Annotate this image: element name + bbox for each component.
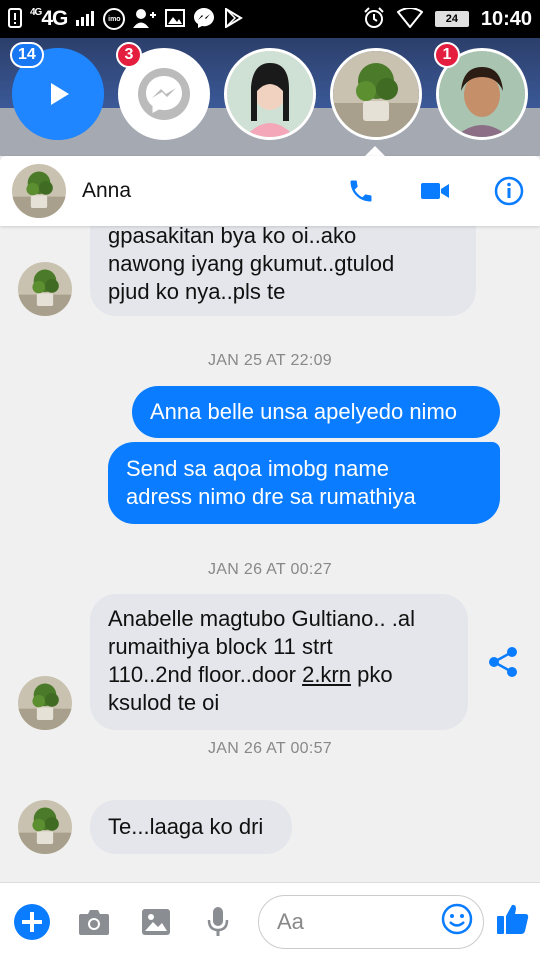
- emoji-button[interactable]: [441, 903, 473, 940]
- chat-header: Anna: [0, 156, 540, 226]
- status-bar: 4G4G imo 24 10:40: [0, 0, 540, 38]
- messenger-notification-icon: [193, 7, 215, 32]
- camera-icon: [79, 909, 109, 935]
- contact-avatar[interactable]: [12, 164, 66, 218]
- message-bubble-incoming[interactable]: Te...laaga ko dri: [90, 800, 292, 854]
- message-composer: [0, 882, 540, 960]
- chat-head-video[interactable]: 14: [10, 42, 104, 140]
- message-line: 110..2nd floor..door 2.krn pko: [108, 662, 393, 687]
- smiley-icon: [441, 903, 473, 935]
- message-timestamp: JAN 26 AT 00:27: [208, 561, 332, 578]
- message-line: rumaithiya block 11 strt: [108, 634, 333, 659]
- gallery-button[interactable]: [134, 900, 178, 944]
- chat-head-badge: 1: [434, 42, 460, 68]
- message-timestamp: JAN 26 AT 00:57: [208, 740, 332, 757]
- message-input[interactable]: [277, 908, 441, 935]
- message-line: adress nimo dre sa rumathiya: [126, 484, 416, 509]
- alarm-icon: [363, 6, 385, 32]
- microphone-icon: [207, 906, 229, 936]
- info-icon: [494, 176, 524, 206]
- message-input-container[interactable]: [258, 894, 484, 949]
- message-link[interactable]: 2.krn: [302, 662, 351, 687]
- share-button[interactable]: [488, 646, 518, 683]
- chat-head-badge: 3: [116, 42, 142, 68]
- message-bubble-outgoing[interactable]: Anna belle unsa apelyedo nimo: [132, 386, 500, 438]
- message-timestamp: JAN 25 AT 22:09: [208, 352, 332, 369]
- message-bubble-incoming[interactable]: gpasakitan bya ko oi..ako nawong iyang g…: [90, 226, 476, 316]
- message-line: Send sa aqoa imobg name: [126, 456, 389, 481]
- phone-call-button[interactable]: [346, 176, 376, 206]
- plant-avatar: [330, 48, 422, 140]
- message-line: Te...laaga ko dri: [108, 814, 264, 839]
- play-store-icon: [223, 6, 244, 31]
- share-icon: [489, 647, 517, 677]
- message-bubble-outgoing[interactable]: Send sa aqoa imobg name adress nimo dre …: [108, 442, 500, 524]
- sender-avatar: [18, 800, 72, 854]
- contact-name[interactable]: Anna: [82, 179, 131, 203]
- chat-head-contact-1[interactable]: [224, 48, 316, 140]
- sim-alert-icon: [8, 7, 22, 31]
- message-list[interactable]: gpasakitan bya ko oi..ako nawong iyang g…: [0, 226, 540, 882]
- message-line: pjud ko nya..pls te: [108, 279, 286, 304]
- wifi-icon: [396, 6, 424, 31]
- plus-icon: [14, 903, 50, 940]
- camera-button[interactable]: [72, 900, 116, 944]
- message-line: Anabelle magtubo Gultiano.. .al: [108, 606, 415, 631]
- more-actions-button[interactable]: [10, 900, 54, 944]
- thumbs-up-icon: [497, 904, 529, 934]
- message-line: gpasakitan bya ko oi..ako: [108, 226, 357, 248]
- clock: 10:40: [480, 7, 532, 30]
- contact-avatar: [224, 48, 316, 140]
- chat-head-messenger[interactable]: 3: [116, 42, 210, 140]
- chat-head-anna[interactable]: [330, 48, 422, 140]
- video-call-button[interactable]: [420, 176, 450, 206]
- image-icon: [142, 908, 170, 935]
- video-camera-icon: [421, 183, 449, 199]
- message-line: Anna belle unsa apelyedo nimo: [150, 399, 458, 424]
- like-button[interactable]: [496, 902, 530, 941]
- signal-icon: [75, 10, 95, 29]
- message-line: ksulod te oi: [108, 690, 220, 715]
- phone-icon: [350, 180, 372, 202]
- sender-avatar: [18, 676, 72, 730]
- add-contact-icon: [133, 8, 157, 31]
- info-button[interactable]: [494, 176, 524, 206]
- network-indicator: 4G4G: [30, 7, 68, 30]
- chat-head-contact-2[interactable]: 1: [434, 42, 528, 140]
- message-bubble-incoming[interactable]: Anabelle magtubo Gultiano.. .al rumaithi…: [90, 594, 468, 730]
- voice-button[interactable]: [196, 900, 240, 944]
- chat-head-badge: 14: [10, 42, 44, 68]
- battery-indicator: 24: [434, 11, 469, 27]
- message-line: nawong iyang gkumut..gtulod: [108, 251, 395, 276]
- gallery-icon: [165, 8, 186, 30]
- sender-avatar: [18, 262, 72, 316]
- imo-icon: imo: [103, 8, 126, 30]
